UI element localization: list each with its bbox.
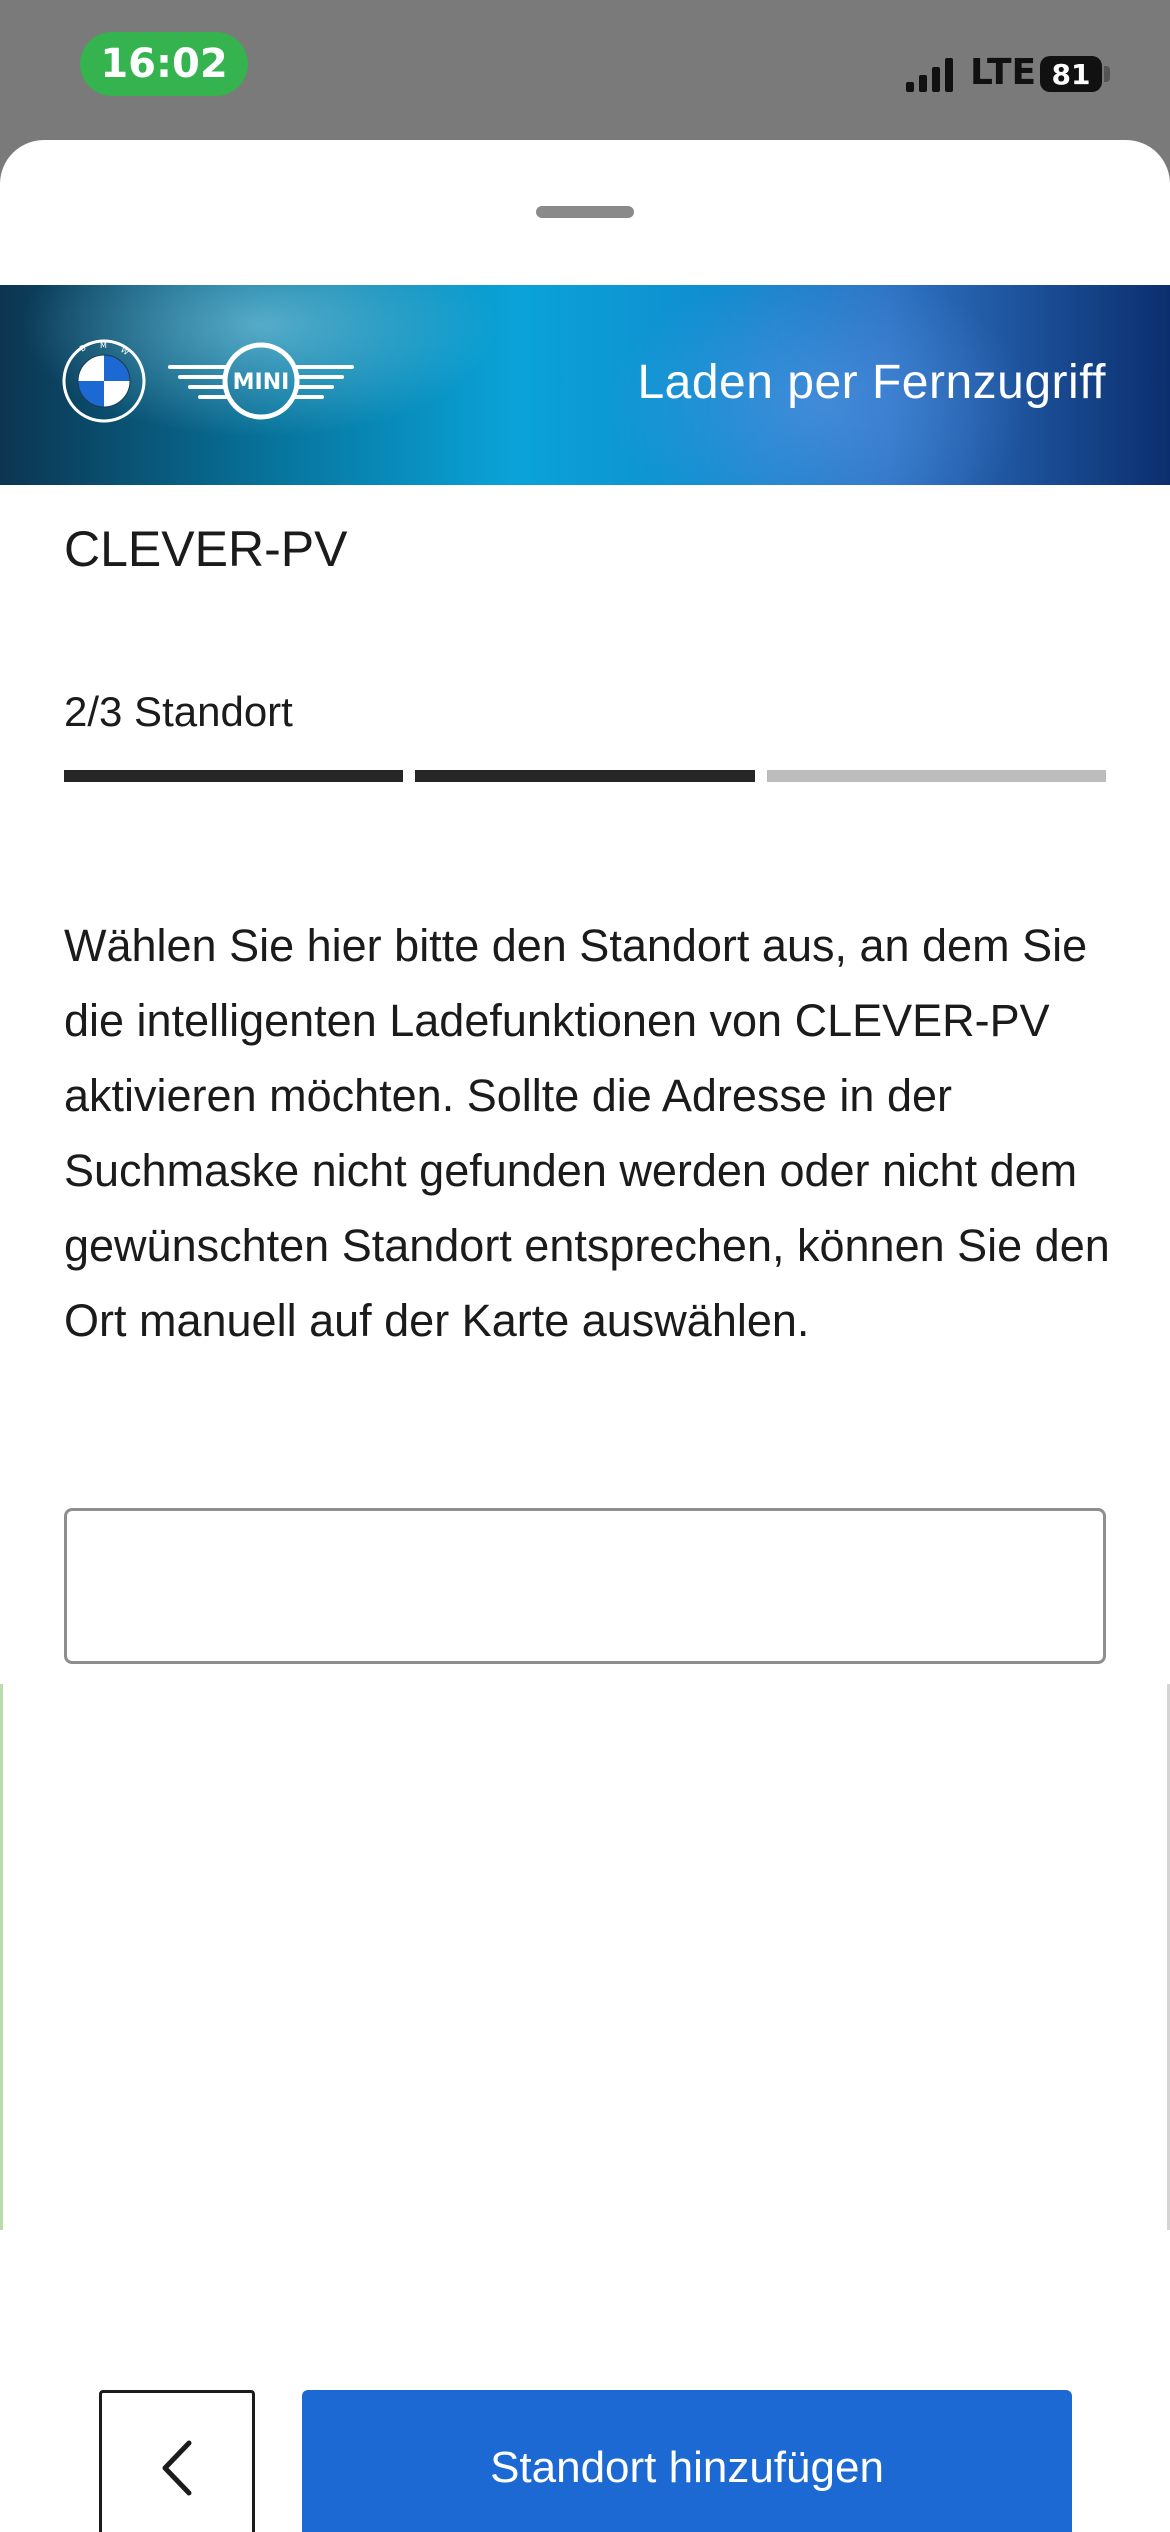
map-view[interactable] [0, 1684, 1170, 2230]
progress-segment-2 [415, 770, 755, 782]
bottom-sheet: B M W MINI Laden per Fernzugriff CLEVER-… [0, 140, 1170, 2532]
mini-logo-icon: MINI [168, 342, 354, 420]
svg-text:M: M [100, 341, 107, 350]
network-label: LTE [970, 52, 1037, 93]
chevron-left-icon [162, 2440, 192, 2496]
instructions-text: Wählen Sie hier bitte den Standort aus, … [64, 920, 1110, 1346]
battery-tip [1104, 66, 1110, 82]
brand-header: B M W MINI Laden per Fernzugriff [0, 285, 1170, 485]
location-search-input[interactable] [64, 1508, 1106, 1664]
progress-segment-1 [64, 770, 404, 782]
add-location-button[interactable]: Standort hinzufügen [302, 2390, 1072, 2532]
status-time: 16:02 [80, 32, 248, 96]
bottom-action-bar: Standort hinzufügen [0, 2230, 1170, 2532]
progress-segment-3 [766, 770, 1106, 782]
service-name: CLEVER-PV [64, 521, 348, 577]
status-bar: 16:02 LTE 81 [0, 0, 1170, 140]
mini-wordmark: MINI [233, 370, 290, 395]
step-label: 2/3 Standort [64, 688, 293, 735]
step-progress [64, 770, 1106, 782]
battery-icon: 81 [1040, 56, 1102, 92]
battery-level: 81 [1051, 57, 1091, 91]
bmw-logo-icon: B M W [62, 339, 146, 423]
svg-text:W: W [119, 345, 131, 357]
header-title: Laden per Fernzugriff [637, 356, 1106, 409]
back-button[interactable] [99, 2390, 255, 2532]
sheet-grabber[interactable] [536, 206, 634, 218]
signal-bars-icon [906, 58, 953, 92]
